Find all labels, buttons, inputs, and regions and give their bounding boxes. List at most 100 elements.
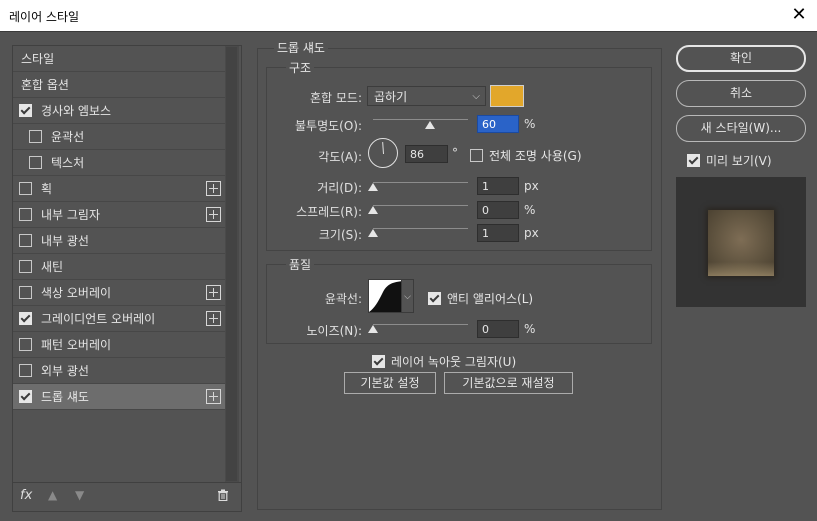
noise-slider-handle[interactable] <box>368 325 378 333</box>
style-item-checkbox[interactable] <box>19 104 32 117</box>
size-slider-track[interactable] <box>373 228 468 229</box>
contour-preview[interactable] <box>368 279 402 313</box>
close-icon[interactable]: ✕ <box>789 5 809 25</box>
new-style-button[interactable]: 새 스타일(W)... <box>676 115 806 142</box>
scrollbar-thumb[interactable] <box>226 47 237 481</box>
shadow-color-swatch[interactable] <box>490 85 524 107</box>
spread-slider-track[interactable] <box>373 205 468 206</box>
preview-label: 미리 보기(V) <box>706 154 772 168</box>
style-item-checkbox[interactable] <box>29 156 42 169</box>
distance-slider-track[interactable] <box>373 182 468 183</box>
style-item[interactable]: 패턴 오버레이 <box>13 332 225 358</box>
noise-input[interactable]: 0 <box>477 320 519 338</box>
style-item[interactable]: 텍스처 <box>13 150 225 176</box>
add-effect-icon[interactable] <box>206 389 221 404</box>
anti-alias-check[interactable] <box>428 292 441 305</box>
arrow-down-icon[interactable]: ▼ <box>75 488 84 502</box>
styles-footer: fx ▲ ▼ <box>13 482 241 511</box>
angle-needle <box>382 141 384 155</box>
style-item[interactable]: 스타일 <box>13 46 225 72</box>
style-item[interactable]: 그레이디언트 오버레이 <box>13 306 225 332</box>
distance-label: 거리(D): <box>317 181 362 195</box>
window-title: 레이어 스타일 <box>9 10 80 24</box>
blend-mode-value: 곱하기 <box>374 90 408 104</box>
size-slider-handle[interactable] <box>368 229 378 237</box>
style-item-label: 스타일 <box>21 52 55 66</box>
add-effect-icon[interactable] <box>206 207 221 222</box>
distance-slider-handle[interactable] <box>368 183 378 191</box>
style-item-checkbox[interactable] <box>29 130 42 143</box>
spread-slider-handle[interactable] <box>368 206 378 214</box>
styles-panel: 스타일혼합 옵션경사와 엠보스윤곽선텍스처획 내부 그림자내부 광선새틴색상 오버… <box>12 45 242 512</box>
add-effect-icon[interactable] <box>206 285 221 300</box>
styles-list: 스타일혼합 옵션경사와 엠보스윤곽선텍스처획 내부 그림자내부 광선새틴색상 오버… <box>13 46 225 410</box>
angle-dial[interactable] <box>368 138 398 168</box>
drop-shadow-title: 드롭 섀도 <box>274 39 328 56</box>
add-effect-icon[interactable] <box>206 311 221 326</box>
noise-slider-track[interactable] <box>373 324 468 325</box>
style-item-checkbox[interactable] <box>19 286 32 299</box>
chevron-down-icon: ⌵ <box>472 91 480 102</box>
size-input[interactable]: 1 <box>477 224 519 242</box>
style-item[interactable]: 윤곽선 <box>13 124 225 150</box>
anti-alias-checkbox[interactable]: 앤티 앨리어스(L) <box>428 290 533 307</box>
size-unit: px <box>524 226 539 240</box>
style-item-label: 혼합 옵션 <box>21 78 69 92</box>
cancel-button[interactable]: 취소 <box>676 80 806 107</box>
make-default-button[interactable]: 기본값 설정 <box>344 372 436 394</box>
fx-button[interactable]: fx <box>20 488 32 503</box>
style-item[interactable]: 색상 오버레이 <box>13 280 225 306</box>
style-item-label: 패턴 오버레이 <box>41 338 112 352</box>
trash-icon[interactable] <box>217 489 229 501</box>
contour-curve-icon <box>369 281 401 312</box>
style-item[interactable]: 경사와 엠보스 <box>13 98 225 124</box>
style-item-label: 윤곽선 <box>51 130 85 144</box>
knockout-label: 레이어 녹아웃 그림자(U) <box>391 355 517 369</box>
style-item-checkbox[interactable] <box>19 338 32 351</box>
arrow-up-icon[interactable]: ▲ <box>48 488 57 502</box>
style-item[interactable]: 외부 광선 <box>13 358 225 384</box>
style-item-checkbox[interactable] <box>19 208 32 221</box>
reset-default-button[interactable]: 기본값으로 재설정 <box>444 372 573 394</box>
spread-input[interactable]: 0 <box>477 201 519 219</box>
angle-input[interactable]: 86 <box>405 145 448 163</box>
style-item[interactable]: 내부 그림자 <box>13 202 225 228</box>
style-item-checkbox[interactable] <box>19 260 32 273</box>
preview-check[interactable] <box>687 154 700 167</box>
style-item-label: 텍스처 <box>51 156 85 170</box>
style-item-label: 내부 광선 <box>41 234 89 248</box>
global-light-checkbox[interactable]: 전체 조명 사용(G) <box>470 147 582 164</box>
ok-button[interactable]: 확인 <box>676 45 806 72</box>
add-effect-icon[interactable] <box>206 181 221 196</box>
style-item[interactable]: 드롭 섀도 <box>13 384 225 410</box>
blend-mode-select[interactable]: 곱하기 ⌵ <box>367 86 486 106</box>
opacity-input[interactable]: 60 <box>477 115 519 133</box>
style-item[interactable]: 새틴 <box>13 254 225 280</box>
style-item-checkbox[interactable] <box>19 312 32 325</box>
spread-unit: % <box>524 203 536 217</box>
style-item[interactable]: 혼합 옵션 <box>13 72 225 98</box>
style-item-checkbox[interactable] <box>19 390 32 403</box>
title-divider <box>0 31 817 32</box>
distance-unit: px <box>524 179 539 193</box>
noise-unit: % <box>524 322 536 336</box>
preview-checkbox[interactable]: 미리 보기(V) <box>687 152 772 169</box>
blend-mode-label: 혼합 모드: <box>309 91 362 105</box>
distance-input[interactable]: 1 <box>477 177 519 195</box>
contour-dropdown[interactable]: ⌵ <box>402 279 414 313</box>
opacity-slider-handle[interactable] <box>425 121 435 129</box>
style-item-checkbox[interactable] <box>19 364 32 377</box>
anti-alias-label: 앤티 앨리어스(L) <box>447 292 534 306</box>
title-bar: 레이어 스타일 ✕ <box>0 0 817 31</box>
opacity-slider-track[interactable] <box>373 119 468 120</box>
style-item-checkbox[interactable] <box>19 234 32 247</box>
angle-label: 각도(A): <box>318 150 362 164</box>
style-item-label: 새틴 <box>41 260 64 274</box>
style-item[interactable]: 획 <box>13 176 225 202</box>
knockout-check[interactable] <box>372 355 385 368</box>
style-item-checkbox[interactable] <box>19 182 32 195</box>
knockout-checkbox[interactable]: 레이어 녹아웃 그림자(U) <box>372 353 516 370</box>
preview-swatch <box>708 210 774 276</box>
global-light-check[interactable] <box>470 149 483 162</box>
style-item[interactable]: 내부 광선 <box>13 228 225 254</box>
